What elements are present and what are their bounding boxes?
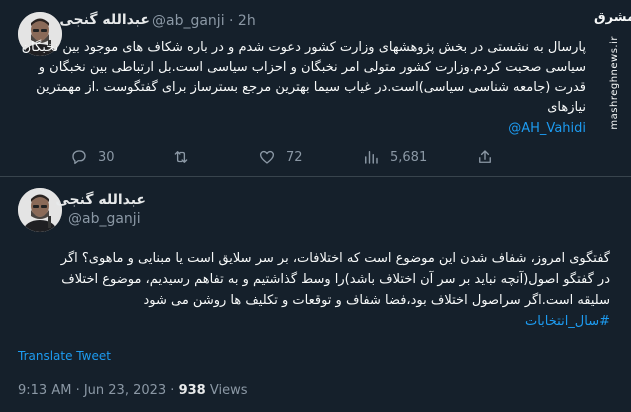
watermark-site: mashreghnews.ir <box>608 36 620 130</box>
tweet-1-handle-time[interactable]: @ab_ganji · 2h <box>152 13 256 29</box>
retweet-button[interactable] <box>172 148 200 166</box>
reply-button[interactable]: 30 <box>70 148 115 166</box>
reply-icon <box>72 150 86 165</box>
timestamp[interactable]: 9:13 AM · Jun 23, 2023 · <box>18 383 179 398</box>
views-count: 5,681 <box>390 149 428 165</box>
watermark: مشرق mashreghnews.ir <box>594 10 631 130</box>
mention-link[interactable]: @AH_Vahidi <box>508 121 586 136</box>
views-icon <box>365 151 378 164</box>
tweet-1-line: پارسال به نشستی در بخش پژوهشهای وزارت کش… <box>21 40 586 55</box>
tweet-1-line: نیازهای <box>547 100 586 115</box>
views-count-bold: 938 <box>178 383 206 398</box>
watermark-logo: مشرق <box>594 10 631 25</box>
share-button[interactable] <box>476 148 494 166</box>
translate-tweet-link[interactable]: Translate Tweet <box>18 349 111 363</box>
views-label: Views <box>205 383 248 398</box>
tweet-divider <box>0 176 631 177</box>
tweet-2-meta: 9:13 AM · Jun 23, 2023 · 938 Views <box>18 383 247 398</box>
views-button[interactable]: 5,681 <box>362 148 427 166</box>
tweet-1-line: سیاسی صحبت کردم.وزارت کشور متولی امر نخب… <box>38 60 586 75</box>
tweet-2-line: گفتگوی امروز، شفاف شدن این موضوع است که … <box>60 251 610 266</box>
retweet-icon <box>174 151 188 163</box>
like-count: 72 <box>286 149 303 165</box>
tweet-2-display-name[interactable]: عبدالله گنجی <box>55 192 146 208</box>
reply-count: 30 <box>98 149 115 165</box>
hashtag-link[interactable]: #سال_انتخابات <box>525 314 610 329</box>
tweet-2-line: سلیقه است.اگر سراصول اختلاف بود،فضا شفاف… <box>143 293 610 308</box>
like-button[interactable]: 72 <box>258 148 303 166</box>
share-icon <box>479 150 491 163</box>
tweet-2-body: گفتگوی امروز، شفاف شدن این موضوع است که … <box>18 248 610 332</box>
tweet-2-line: در گفتگو اصول(آنچه نباید بر سر آن اختلاف… <box>61 272 610 287</box>
tweet-2-handle[interactable]: @ab_ganji <box>68 211 141 227</box>
tweet-1-display-name[interactable]: عبدالله گنجی <box>59 12 150 28</box>
tweet-1-line: قدرت (جامعه شناسی سیاسی)است.در غیاب سیما… <box>36 80 586 95</box>
tweet-1-body: پارسال به نشستی در بخش پژوهشهای وزارت کش… <box>21 38 586 139</box>
like-icon <box>259 150 275 164</box>
